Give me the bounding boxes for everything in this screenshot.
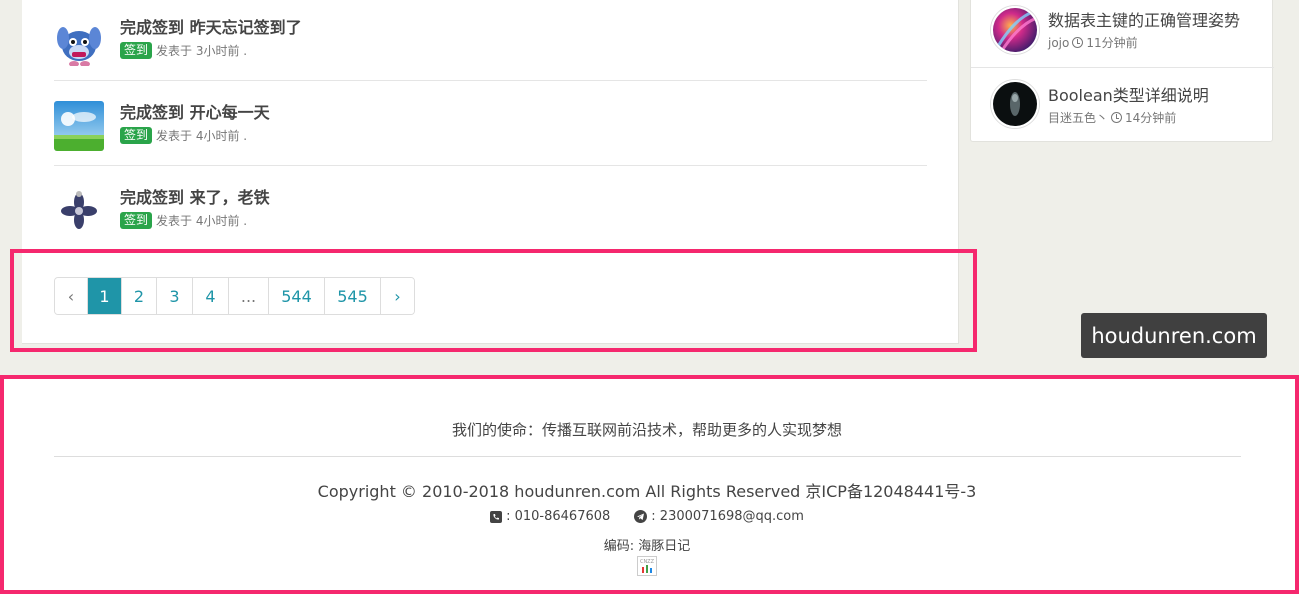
clock-icon: [1072, 37, 1084, 48]
sidebar-item[interactable]: Boolean类型详细说明 目迷五色丶 14分钟前: [971, 68, 1274, 143]
sidebar-item-meta: 目迷五色丶 14分钟前: [1048, 109, 1176, 126]
footer-divider: [54, 456, 1241, 457]
feed-title[interactable]: 完成签到 来了，老铁: [120, 184, 270, 208]
footer-code: 编码: 海豚日记: [603, 539, 691, 554]
avatar[interactable]: [991, 6, 1039, 54]
footer-contact: : 010-86467608 : 2300071698@qq.com: [0, 509, 1294, 524]
stat-counter-badge[interactable]: CNZZ: [637, 556, 657, 576]
list-item[interactable]: 完成签到 来了，老铁 签到 发表于 4小时前 .: [54, 166, 927, 251]
feed-time: 发表于 3小时前 .: [156, 44, 248, 58]
checkin-badge: 签到: [120, 42, 153, 59]
avatar[interactable]: [54, 101, 104, 151]
footer-mission: 我们的使命：传播互联网前沿技术，帮助更多的人实现梦想: [451, 421, 842, 439]
watermark: houdunren.com: [1081, 313, 1267, 358]
feed-meta: 签到 发表于 4小时前 .: [120, 127, 247, 144]
author-name[interactable]: 目迷五色丶: [1048, 109, 1108, 126]
footer-phone: : 010-86467608: [506, 509, 611, 524]
sidebar-item-title[interactable]: 数据表主键的正确管理姿势: [1048, 7, 1240, 31]
page-button-1[interactable]: 1: [88, 278, 122, 314]
page-button-544[interactable]: 544: [269, 278, 325, 314]
footer-copyright: Copyright © 2010-2018 houdunren.com All …: [317, 482, 977, 501]
telegram-icon: [634, 510, 648, 523]
checkin-badge: 签到: [120, 212, 153, 229]
sidebar-item-title[interactable]: Boolean类型详细说明: [1048, 82, 1209, 106]
page-button-4[interactable]: 4: [193, 278, 229, 314]
feed-title[interactable]: 完成签到 昨天忘记签到了: [120, 14, 302, 38]
footer-email[interactable]: : 2300071698@qq.com: [651, 509, 804, 524]
author-name[interactable]: jojo: [1048, 36, 1069, 50]
post-time: 11分钟前: [1086, 36, 1138, 50]
list-item[interactable]: 完成签到 开心每一天 签到 发表于 4小时前 .: [54, 81, 927, 166]
sidebar-item[interactable]: 数据表主键的正确管理姿势 jojo 11分钟前: [971, 0, 1274, 68]
page-button-3[interactable]: 3: [157, 278, 193, 314]
avatar[interactable]: [991, 80, 1039, 128]
feed-card: 完成签到 昨天忘记签到了 签到 发表于 3小时前 . 完成签到 开心每一天 签到…: [22, 0, 959, 344]
stat-label: CNZZ: [640, 559, 655, 565]
page-button-545[interactable]: 545: [325, 278, 381, 314]
avatar[interactable]: [54, 186, 104, 236]
prev-page-button[interactable]: ‹: [55, 278, 88, 314]
page-ellipsis: ...: [229, 278, 269, 314]
list-item[interactable]: 完成签到 昨天忘记签到了 签到 发表于 3小时前 .: [54, 0, 927, 81]
feed-time: 发表于 4小时前 .: [156, 214, 248, 228]
feed-meta: 签到 发表于 4小时前 .: [120, 212, 247, 229]
feed-meta: 签到 发表于 3小时前 .: [120, 42, 247, 59]
post-time: 14分钟前: [1125, 111, 1177, 125]
phone-icon: [490, 510, 503, 523]
next-page-button[interactable]: ›: [381, 278, 414, 314]
pagination: ‹ 1 2 3 4 ... 544 545 ›: [54, 277, 415, 315]
sidebar-item-meta: jojo 11分钟前: [1048, 34, 1138, 51]
footer: 我们的使命：传播互联网前沿技术，帮助更多的人实现梦想 Copyright © 2…: [0, 378, 1299, 596]
clock-icon: [1111, 112, 1123, 123]
avatar[interactable]: [54, 16, 104, 66]
sidebar-card: 数据表主键的正确管理姿势 jojo 11分钟前 Boolean类型详细说明 目迷…: [970, 0, 1274, 143]
page-button-2[interactable]: 2: [122, 278, 157, 314]
feed-time: 发表于 4小时前 .: [156, 129, 248, 143]
checkin-badge: 签到: [120, 127, 153, 144]
feed-title[interactable]: 完成签到 开心每一天: [120, 99, 270, 123]
